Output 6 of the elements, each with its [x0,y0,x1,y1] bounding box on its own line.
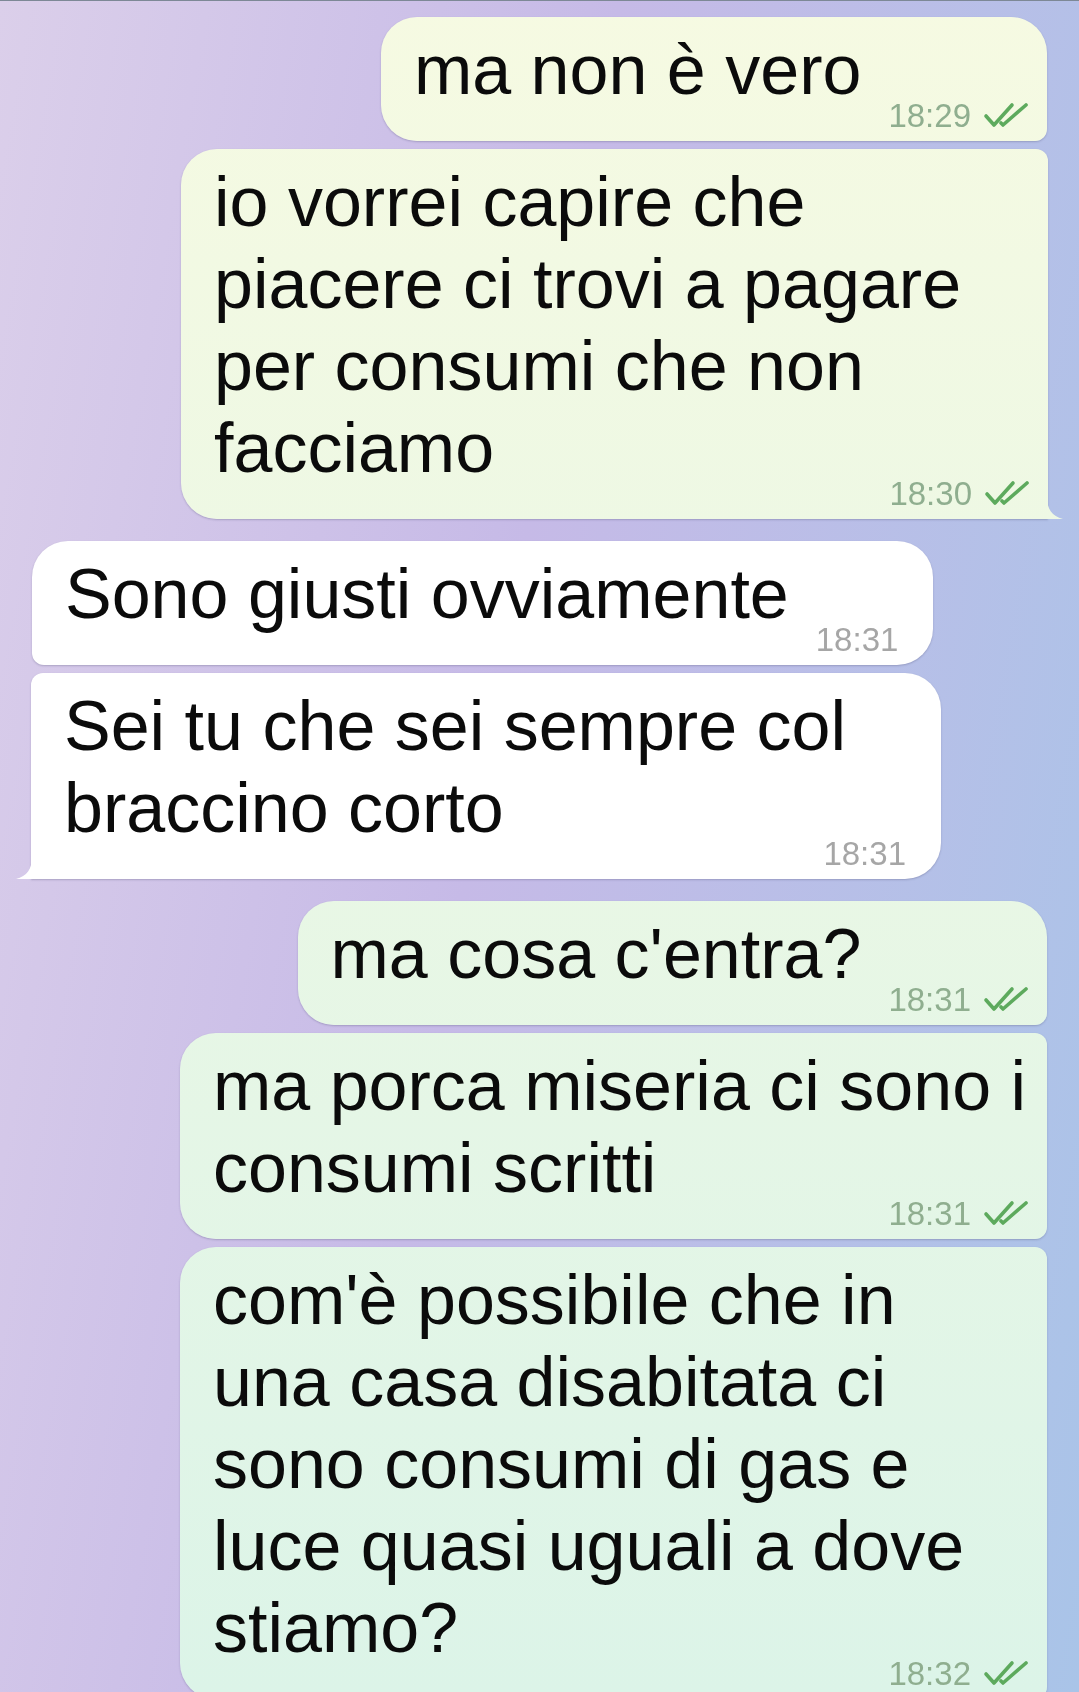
message-time: 18:31 [888,982,971,1016]
message-text: ma non è vero [413,31,862,109]
message-time: 18:31 [815,622,899,656]
message-text: ma cosa c'entra? [330,915,862,993]
message-time: 18:29 [888,98,971,132]
message-text: Sono giusti ovviamente [65,555,789,633]
